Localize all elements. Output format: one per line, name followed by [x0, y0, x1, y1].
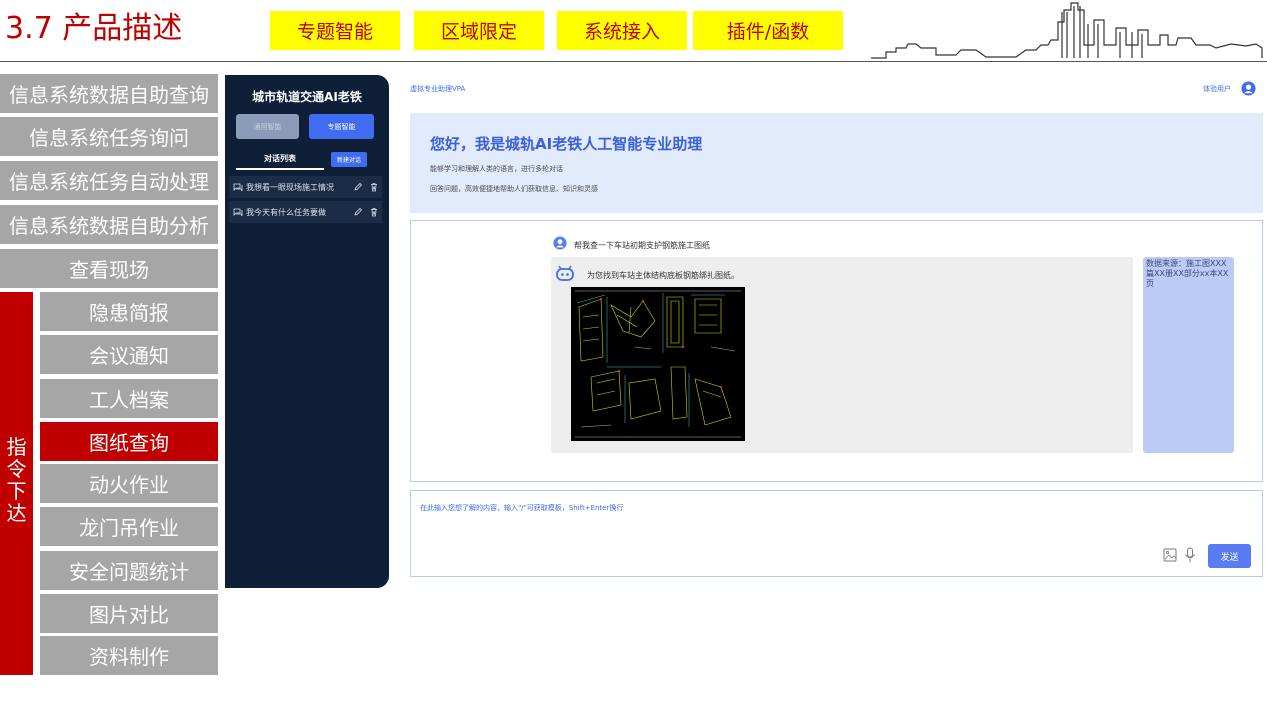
welcome-banner: [410, 113, 1263, 213]
menu-item-task-auto-process[interactable]: 信息系统任务自动处理: [0, 161, 218, 200]
message-input-placeholder: 在此输入您想了解的内容，输入"/"可获取模板，Shift+Enter换行: [420, 504, 624, 512]
city-skyline-decoration: [871, 2, 1263, 59]
sub-item-image-compare[interactable]: 图片对比: [40, 594, 218, 633]
image-upload-icon[interactable]: [1163, 548, 1177, 562]
tag-plugin-function: 插件/函数: [693, 11, 843, 50]
sub-item-safety-stats[interactable]: 安全问题统计: [40, 551, 218, 590]
sub-item-hazard-brief[interactable]: 隐患简报: [40, 292, 218, 331]
user-avatar-icon: [553, 236, 567, 250]
conversation-title: 我想看一眼现场施工情况: [246, 182, 334, 192]
delete-icon[interactable]: [369, 207, 379, 217]
sub-item-gantry-crane[interactable]: 龙门吊作业: [40, 507, 218, 546]
app-sidebar-title: 城市轨道交通AI老铁: [252, 90, 362, 104]
edit-icon[interactable]: [353, 182, 363, 192]
conversation-list-tab-underline: [236, 168, 324, 170]
topic-intelligence-button[interactable]: 专题智能: [309, 114, 374, 139]
slide-title: 3.7 产品描述: [5, 11, 183, 46]
general-intelligence-button[interactable]: 通用智能: [236, 114, 299, 139]
conversation-item[interactable]: 我想看一眼现场施工情况: [229, 176, 382, 198]
send-button[interactable]: 发送: [1208, 544, 1251, 568]
sub-item-document-making[interactable]: 资料制作: [40, 636, 218, 675]
user-avatar-icon[interactable]: [1241, 81, 1256, 96]
user-name[interactable]: 体验用户: [1203, 84, 1231, 94]
menu-item-task-inquiry[interactable]: 信息系统任务询问: [0, 117, 218, 156]
command-dispatch-label: 指 令 下 达: [6, 435, 27, 525]
welcome-line-1: 能够学习和理解人类的语言，进行多轮对话: [430, 165, 563, 173]
conversation-item[interactable]: 我今天有什么任务要做: [229, 201, 382, 223]
app-sidebar-title-row: 城市轨道交通AI老铁: [0, 88, 389, 105]
chat-bubble-icon: [233, 208, 243, 217]
menu-item-data-analysis[interactable]: 信息系统数据自助分析: [0, 205, 218, 244]
sub-item-meeting-notice[interactable]: 会议通知: [40, 335, 218, 374]
menu-item-view-site[interactable]: 查看现场: [0, 249, 218, 288]
edit-icon[interactable]: [353, 207, 363, 217]
assistant-answer: 为您找到车站主体结构底板钢筋绑扎图纸。: [587, 271, 739, 280]
welcome-line-2: 回答问题，高效便捷地帮助人们获取信息、知识和灵感: [430, 185, 598, 193]
conversation-list-tab[interactable]: 对话列表: [236, 153, 324, 164]
sub-item-drawing-query[interactable]: 图纸查询: [40, 422, 218, 461]
sub-item-hot-work[interactable]: 动火作业: [40, 464, 218, 503]
data-source-box: 数据来源：施工图XXX篇XX册XX部分xx本XX页: [1143, 257, 1234, 453]
welcome-title: 您好，我是城轨AI老铁人工智能专业助理: [430, 135, 703, 153]
chat-bubble-icon: [233, 183, 243, 192]
tag-system-access: 系统接入: [557, 11, 687, 50]
app-name: 虚拟专业助理VPA: [410, 85, 466, 93]
new-conversation-button[interactable]: 新建对话: [331, 152, 367, 167]
tag-topic-intelligence: 专题智能: [270, 11, 400, 50]
microphone-icon[interactable]: [1184, 547, 1196, 563]
user-question: 帮我查一下车站初期支护钢筋施工图纸: [574, 241, 710, 250]
conversation-title: 我今天有什么任务要做: [246, 207, 326, 217]
robot-icon: [556, 265, 574, 281]
sub-item-worker-files[interactable]: 工人档案: [40, 379, 218, 418]
construction-drawing-image[interactable]: [571, 287, 745, 441]
tag-region-limited: 区域限定: [414, 11, 544, 50]
delete-icon[interactable]: [369, 182, 379, 192]
